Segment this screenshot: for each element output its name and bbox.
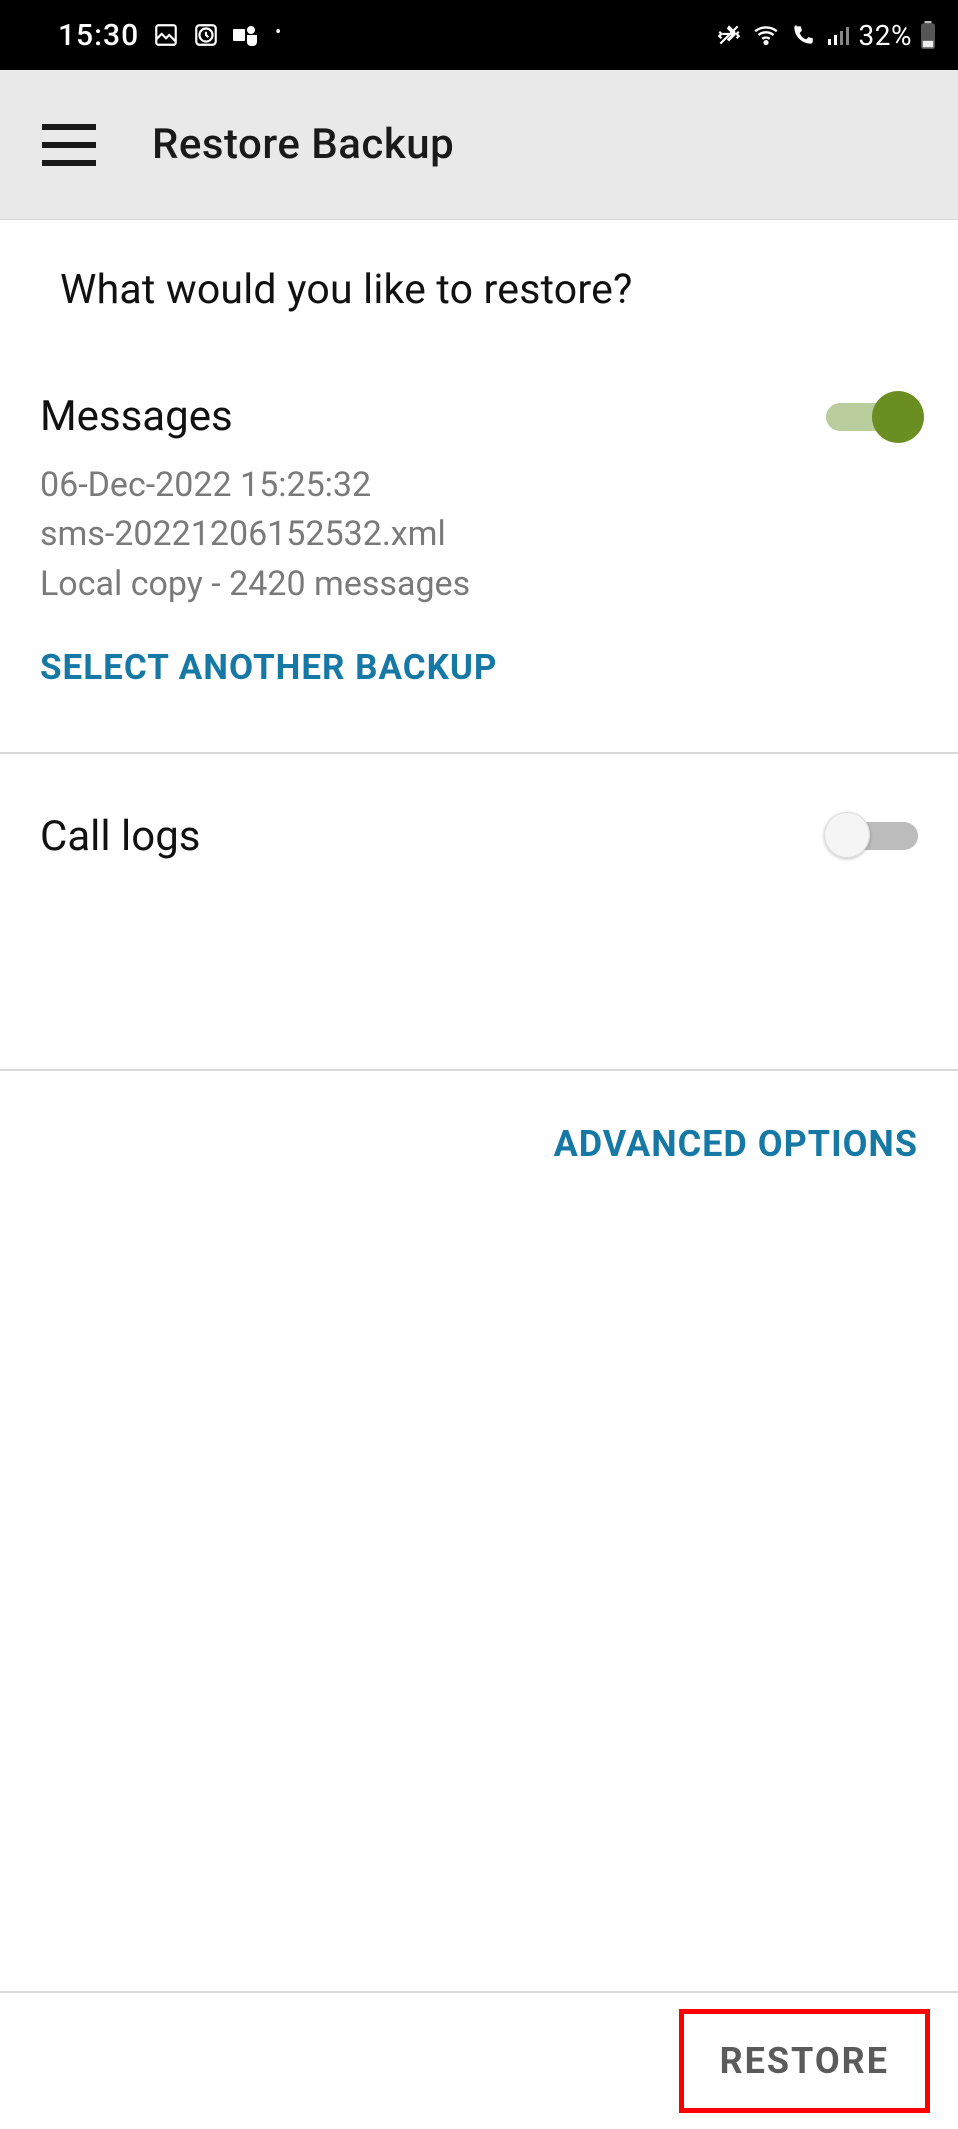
status-time: 15:30 (58, 18, 139, 53)
messages-summary: Local copy - 2420 messages (40, 560, 918, 609)
teams-icon (233, 22, 261, 48)
battery-icon (920, 21, 936, 49)
page-title: Restore Backup (152, 120, 454, 169)
advanced-options-button[interactable]: ADVANCED OPTIONS (554, 1123, 918, 1165)
restore-button[interactable]: RESTORE (679, 2009, 930, 2113)
vibrate-icon (715, 22, 743, 48)
select-another-backup-button[interactable]: SELECT ANOTHER BACKUP (40, 647, 497, 688)
battery-percent: 32% (859, 19, 912, 52)
call-logs-toggle[interactable] (826, 816, 918, 856)
section-call-logs: Call logs (0, 754, 958, 1071)
status-right: 32% (715, 19, 936, 52)
bottom-action-bar: RESTORE (0, 1991, 958, 2129)
call-logs-title: Call logs (40, 812, 200, 861)
messages-timestamp: 06-Dec-2022 15:25:32 (40, 461, 918, 510)
advanced-options-row: ADVANCED OPTIONS (0, 1071, 958, 1217)
picture-icon (153, 22, 179, 48)
messages-title: Messages (40, 392, 233, 441)
content: What would you like to restore? Messages… (0, 220, 958, 1217)
wifi-icon (751, 22, 781, 48)
signal-icon (825, 23, 851, 47)
section-messages: Messages 06-Dec-2022 15:25:32 sms-202212… (0, 332, 958, 754)
menu-icon[interactable] (42, 124, 96, 166)
app-bar: Restore Backup (0, 70, 958, 220)
messages-toggle[interactable] (826, 397, 918, 437)
messages-details: 06-Dec-2022 15:25:32 sms-20221206152532.… (40, 461, 918, 609)
wifi-calling-icon (789, 22, 817, 48)
status-left: 15:30 • (58, 18, 281, 53)
restore-prompt: What would you like to restore? (0, 220, 958, 332)
messages-filename: sms-20221206152532.xml (40, 510, 918, 559)
clock-notification-icon (193, 22, 219, 48)
status-bar: 15:30 • 32% (0, 0, 958, 70)
